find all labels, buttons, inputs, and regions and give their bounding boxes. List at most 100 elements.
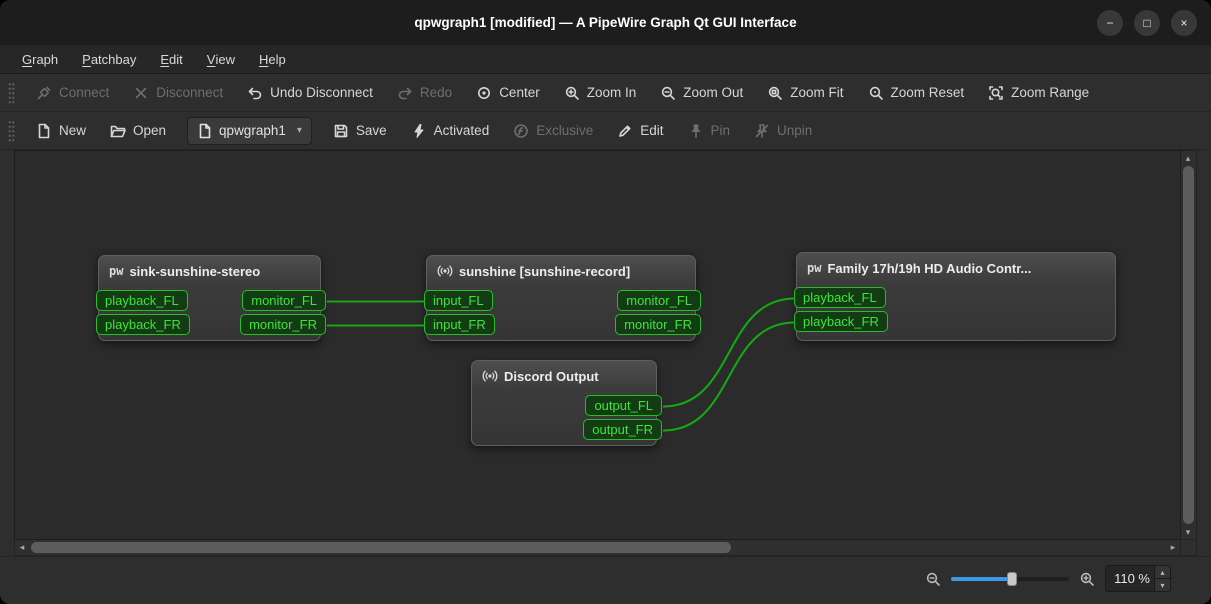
toolbar-button-label: Disconnect [156,85,224,100]
zoom-spinbox[interactable]: 110 % ▴ ▾ [1105,565,1171,592]
scroll-left-button[interactable]: ◂ [15,540,29,554]
minimize-icon: − [1106,15,1114,30]
port-output_FL[interactable]: output_FL [585,395,662,416]
undo-disconnect-button[interactable]: Undo Disconnect [236,78,384,108]
toolbar-button-label: Save [355,123,387,138]
port-output_FR[interactable]: output_FR [583,419,662,440]
zoom-slider-handle[interactable] [1007,571,1018,586]
unpin-icon [754,123,770,139]
main-area: pw sink-sunshine-stereo playback_FL playbac… [0,150,1211,556]
node-header: sunshine [sunshine-record] [427,256,695,279]
pin-button[interactable]: Pin [677,116,742,146]
minimize-button[interactable]: − [1097,9,1123,36]
horizontal-scrollbar[interactable]: ◂ ▸ [14,540,1181,556]
port-monitor_FL[interactable]: monitor_FL [242,290,326,311]
zoom-in-icon [564,85,580,101]
app-window: qpwgraph1 [modified] — A PipeWire Graph … [0,0,1211,604]
port-monitor_FL[interactable]: monitor_FL [617,290,701,311]
zoom-out-icon [925,571,941,587]
disconnect-icon [133,85,149,101]
zoom-fit-button[interactable]: Zoom Fit [756,78,854,108]
menu-view[interactable]: View [195,45,247,73]
port-playback_FL[interactable]: playback_FL [96,290,188,311]
port-input_FL[interactable]: input_FL [424,290,493,311]
port-input_FR[interactable]: input_FR [424,314,495,335]
zoom-value[interactable]: 110 % [1106,566,1154,591]
node-family-audio[interactable]: pw Family 17h/19h HD Audio Contr... playba… [794,252,1116,341]
scroll-down-button[interactable]: ▾ [1181,525,1195,539]
zoom-in-icon [1079,571,1095,587]
spin-up-button[interactable]: ▴ [1155,566,1170,579]
zoom-out-button[interactable]: Zoom Out [649,78,754,108]
node-title: Discord Output [504,368,599,384]
scroll-right-button[interactable]: ▸ [1166,540,1180,554]
node-title: Family 17h/19h HD Audio Contr... [827,260,1032,276]
node-sink-sunshine-stereo[interactable]: pw sink-sunshine-stereo playback_FLplaybac… [96,255,326,341]
redo-button[interactable]: Redo [386,78,463,108]
open-button[interactable]: Open [99,116,177,146]
node-sunshine[interactable]: sunshine [sunshine-record] input_FL input_… [424,255,701,341]
toolbar-button-label: Connect [59,85,110,100]
scroll-up-button[interactable]: ▴ [1181,151,1195,165]
connect-button[interactable]: Connect [25,78,120,108]
graph-canvas[interactable]: pw sink-sunshine-stereo playback_FL playbac… [14,150,1181,540]
vertical-scrollbar-thumb[interactable] [1183,166,1194,524]
zoom-out-icon [660,85,676,101]
toolbar-button-label: Zoom In [586,85,637,100]
toolbar-button-label: Center [499,85,540,100]
menu-graph[interactable]: Graph [10,45,70,73]
activated-icon [411,123,427,139]
close-button[interactable]: × [1171,9,1197,36]
spin-down-button[interactable]: ▾ [1155,579,1170,591]
toolbar-button-label: Zoom Fit [790,85,844,100]
toolbar-button-label: Zoom Range [1011,85,1090,100]
zoom-reset-button[interactable]: Zoom Reset [857,78,976,108]
canvas-row: pw sink-sunshine-stereo playback_FL playbac… [14,150,1197,540]
vertical-scrollbar[interactable]: ▴ ▾ [1181,150,1197,540]
port-playback_FL[interactable]: playback_FL [794,287,886,308]
pipewire-icon: pw [109,264,124,278]
record-icon [437,263,453,279]
unpin-button[interactable]: Unpin [743,116,823,146]
save-button[interactable]: Save [322,116,398,146]
patchbay-combo[interactable]: qpwgraph1 ▾ [187,116,312,145]
zoom-fit-icon [767,85,783,101]
chevron-down-icon: ▾ [296,125,302,136]
toolbar-button-label: Activated [433,123,490,138]
edit-button[interactable]: Edit [606,116,674,146]
toolbar-button-label: Open [133,123,167,138]
center-button[interactable]: Center [465,78,551,108]
zoom-range-button[interactable]: Zoom Range [977,78,1100,108]
node-title: sink-sunshine-stereo [129,263,261,279]
node-header: pw sink-sunshine-stereo [99,256,320,279]
redo-icon [397,85,413,101]
maximize-button[interactable]: □ [1134,9,1160,36]
scrollbar-corner [1181,540,1197,556]
close-icon: × [1180,15,1188,30]
graph-toolbar: Connect Disconnect Undo Disconnect Redo Cent… [0,74,1211,112]
port-monitor_FR[interactable]: monitor_FR [240,314,326,335]
horizontal-scrollbar-thumb[interactable] [31,542,731,553]
window-controls: − □ × [1097,0,1197,45]
pipewire-icon: pw [807,261,822,275]
menu-edit[interactable]: Edit [148,45,194,73]
menu-patchbay[interactable]: Patchbay [70,45,148,73]
disconnect-button[interactable]: Disconnect [122,78,234,108]
activated-button[interactable]: Activated [400,116,501,146]
port-playback_FR[interactable]: playback_FR [96,314,190,335]
port-monitor_FR[interactable]: monitor_FR [615,314,701,335]
undo-icon [247,85,263,101]
node-discord-output[interactable]: Discord Output output_FL output_FR [471,360,662,446]
exclusive-icon [513,123,529,139]
port-playback_FR[interactable]: playback_FR [794,311,888,332]
toolbar-drag-handle[interactable] [8,81,15,104]
new-button[interactable]: New [25,116,97,146]
toolbar-drag-handle[interactable] [8,119,15,142]
menu-help[interactable]: Help [247,45,298,73]
exclusive-button[interactable]: Exclusive [502,116,604,146]
zoom-slider[interactable] [951,571,1069,587]
node-title: sunshine [sunshine-record] [459,263,631,279]
toolbar-button-label: Zoom Out [683,85,744,100]
zoom-in-button[interactable]: Zoom In [553,78,648,108]
save-icon [333,123,349,139]
